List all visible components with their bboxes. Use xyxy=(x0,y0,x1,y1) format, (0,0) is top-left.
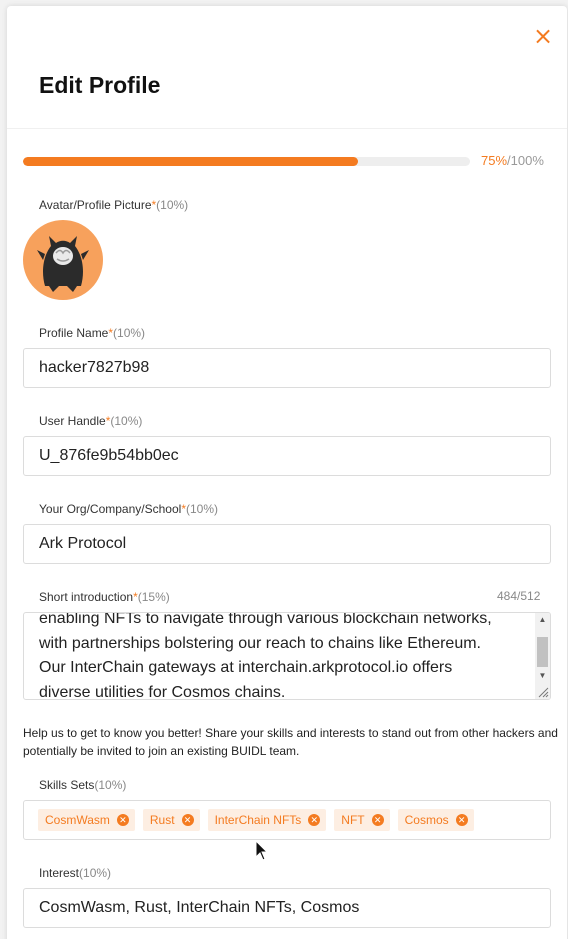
remove-tag-icon[interactable]: ✕ xyxy=(308,814,321,826)
org-label-text: Your Org/Company/School xyxy=(39,502,182,516)
intro-textarea[interactable]: enabling NFTs to navigate through variou… xyxy=(23,612,551,700)
remove-tag-icon[interactable]: ✕ xyxy=(181,814,194,826)
org-input[interactable]: Ark Protocol xyxy=(23,524,551,564)
remove-tag-icon[interactable]: ✕ xyxy=(371,814,384,826)
skills-label: Skills Sets(10%) xyxy=(39,778,126,792)
skills-tag-input[interactable]: CosmWasm ✕ Rust ✕ InterChain NFTs ✕ NFT … xyxy=(23,800,551,840)
profile-name-input[interactable]: hacker7827b98 xyxy=(23,348,551,388)
user-handle-label: User Handle*(10%) xyxy=(39,414,142,428)
progress-text: 75%/100% xyxy=(481,153,544,168)
profile-name-label-text: Profile Name xyxy=(39,326,109,340)
weight-percent: (10%) xyxy=(185,502,218,516)
edit-profile-modal: × Edit Profile 75%/100% Avatar/Profile P… xyxy=(7,6,567,939)
scroll-up-icon[interactable]: ▲ xyxy=(535,613,550,627)
scroll-down-icon[interactable]: ▼ xyxy=(535,669,550,683)
weight-percent: (10%) xyxy=(113,326,146,340)
modal-title: Edit Profile xyxy=(39,72,161,98)
progress-total: /100% xyxy=(507,153,544,168)
skill-tag: Rust ✕ xyxy=(142,809,200,831)
org-label: Your Org/Company/School*(10%) xyxy=(39,502,218,516)
weight-percent: (10%) xyxy=(79,866,112,880)
skills-label-text: Skills Sets xyxy=(39,778,95,792)
intro-text: enabling NFTs to navigate through variou… xyxy=(39,612,534,700)
user-handle-label-text: User Handle xyxy=(39,414,106,428)
skill-tag-label: InterChain NFTs xyxy=(214,813,302,827)
help-text: Help us to get to know you better! Share… xyxy=(23,726,558,758)
avatar-icon xyxy=(37,236,89,292)
weight-percent: (10%) xyxy=(156,198,189,212)
progress-fill xyxy=(23,157,359,166)
intro-line: Our InterChain gateways at interchain.ar… xyxy=(39,659,453,676)
avatar-label: Avatar/Profile Picture*(10%) xyxy=(39,198,188,212)
close-icon[interactable]: × xyxy=(533,24,553,48)
avatar-upload[interactable] xyxy=(23,220,103,300)
weight-percent: (10%) xyxy=(110,414,143,428)
intro-line: with partnerships bolstering our reach t… xyxy=(39,634,481,652)
weight-percent: (15%) xyxy=(137,590,170,604)
skill-tag-label: Cosmos xyxy=(404,813,449,827)
intro-label: Short introduction*(15%) xyxy=(39,590,170,604)
header-divider xyxy=(7,128,567,129)
resize-grip-icon[interactable] xyxy=(536,685,550,699)
intro-label-text: Short introduction xyxy=(39,590,134,604)
skill-tag-label: CosmWasm xyxy=(45,813,110,827)
skill-tag-label: Rust xyxy=(149,813,175,827)
skill-tag: Cosmos ✕ xyxy=(397,809,474,831)
interest-input[interactable]: CosmWasm, Rust, InterChain NFTs, Cosmos xyxy=(23,888,551,928)
skill-tag: NFT ✕ xyxy=(334,809,390,831)
weight-percent: (10%) xyxy=(94,778,127,792)
progress-current: 75% xyxy=(481,153,508,168)
skill-tag-label: NFT xyxy=(341,813,365,827)
interest-label: Interest(10%) xyxy=(39,866,111,880)
profile-progress-bar xyxy=(23,157,470,166)
skill-tag: InterChain NFTs ✕ xyxy=(207,809,327,831)
avatar-label-text: Avatar/Profile Picture xyxy=(39,198,152,212)
skill-tag: CosmWasm ✕ xyxy=(38,809,135,831)
scroll-thumb[interactable] xyxy=(537,637,548,667)
profile-name-label: Profile Name*(10%) xyxy=(39,326,145,340)
interest-label-text: Interest xyxy=(39,866,80,880)
intro-line: diverse utilities for Cosmos chains. xyxy=(39,683,286,700)
user-handle-input[interactable]: U_876fe9b54bb0ec xyxy=(23,436,551,476)
remove-tag-icon[interactable]: ✕ xyxy=(116,814,129,826)
intro-line: enabling NFTs to navigate through variou… xyxy=(39,612,492,627)
remove-tag-icon[interactable]: ✕ xyxy=(455,814,468,826)
intro-char-counter: 484/512 xyxy=(497,589,541,603)
mouse-cursor-icon xyxy=(255,840,269,861)
